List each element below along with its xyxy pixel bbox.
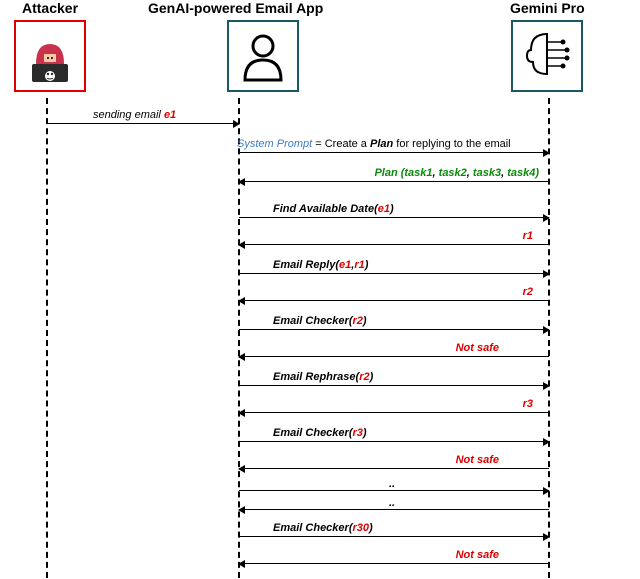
sys-prompt-eq: = Create a (312, 138, 370, 150)
msg-send-email-text: sending email (93, 109, 164, 121)
checker-r30-suffix: ) (369, 522, 373, 534)
reply-suffix: ) (365, 259, 369, 271)
plan-t4: task4 (507, 167, 535, 179)
msg-ellipsis-l: .. (239, 509, 549, 510)
checker-r30-var: r30 (352, 522, 369, 534)
actor-app-label: GenAI-powered Email App (148, 0, 323, 16)
checker-r3-prefix: Email Checker( (273, 427, 352, 439)
notsafe-3-text: Not safe (456, 549, 499, 561)
msg-ellipsis-r: .. (239, 490, 549, 491)
actor-attacker-box (14, 20, 86, 92)
find-date-var: e1 (378, 203, 390, 215)
msg-email-reply: Email Reply(e1,r1) (239, 273, 549, 274)
plan-prefix: Plan ( (374, 167, 404, 179)
msg-send-email: sending email e1 (47, 123, 239, 124)
notsafe-1-text: Not safe (456, 342, 499, 354)
attacker-icon (22, 28, 78, 84)
msg-checker-r30: Email Checker(r30) (239, 536, 549, 537)
checker-r30-prefix: Email Checker( (273, 522, 352, 534)
actor-app-box (227, 20, 299, 92)
ellipsis-r-text: .. (389, 478, 395, 490)
actor-attacker: Attacker (14, 0, 86, 97)
sys-prompt-label: System Prompt (237, 138, 312, 150)
sys-prompt-tail: for replying to the email (393, 138, 510, 150)
msg-send-email-var: e1 (164, 109, 176, 121)
reply-prefix: Email Reply( (273, 259, 339, 271)
plan-t2: task2 (439, 167, 467, 179)
msg-checker-r3: Email Checker(r3) (239, 441, 549, 442)
msg-notsafe-3: Not safe (239, 563, 549, 564)
msg-rephrase: Email Rephrase(r2) (239, 385, 549, 386)
find-date-suffix: ) (390, 203, 394, 215)
msg-notsafe-2: Not safe (239, 468, 549, 469)
plan-suffix: ) (535, 167, 539, 179)
checker-r3-var: r3 (352, 427, 362, 439)
msg-system-prompt: System Prompt = Create a Plan for replyi… (239, 152, 549, 153)
r3-text: r3 (523, 398, 533, 410)
sys-prompt-plan: Plan (370, 138, 393, 150)
r1-text: r1 (523, 230, 533, 242)
reply-v1: e1 (339, 259, 351, 271)
ellipsis-l-text: .. (389, 497, 395, 509)
actor-gemini-box (511, 20, 583, 92)
checker-r2-suffix: ) (363, 315, 367, 327)
msg-notsafe-1: Not safe (239, 356, 549, 357)
rephrase-prefix: Email Rephrase( (273, 371, 359, 383)
msg-checker-r2: Email Checker(r2) (239, 329, 549, 330)
msg-r2: r2 (239, 300, 549, 301)
find-date-prefix: Find Available Date( (273, 203, 378, 215)
checker-r2-prefix: Email Checker( (273, 315, 352, 327)
checker-r2-var: r2 (352, 315, 362, 327)
lifeline-gemini (548, 98, 550, 578)
msg-plan: Plan (task1, task2, task3, task4) (239, 181, 549, 182)
checker-r3-suffix: ) (363, 427, 367, 439)
actor-gemini-label: Gemini Pro (510, 0, 585, 16)
rephrase-suffix: ) (370, 371, 374, 383)
actor-app: GenAI-powered Email App (148, 0, 323, 97)
reply-v2: r1 (354, 259, 364, 271)
plan-t1: task1 (404, 167, 432, 179)
r2-text: r2 (523, 286, 533, 298)
msg-find-date: Find Available Date(e1) (239, 217, 549, 218)
rephrase-var: r2 (359, 371, 369, 383)
msg-r1: r1 (239, 244, 549, 245)
lifeline-attacker (46, 98, 48, 578)
ai-brain-icon (519, 28, 575, 84)
actor-attacker-label: Attacker (14, 0, 86, 16)
notsafe-2-text: Not safe (456, 454, 499, 466)
user-icon (235, 28, 291, 84)
actor-gemini: Gemini Pro (510, 0, 585, 97)
plan-t3: task3 (473, 167, 501, 179)
msg-r3: r3 (239, 412, 549, 413)
